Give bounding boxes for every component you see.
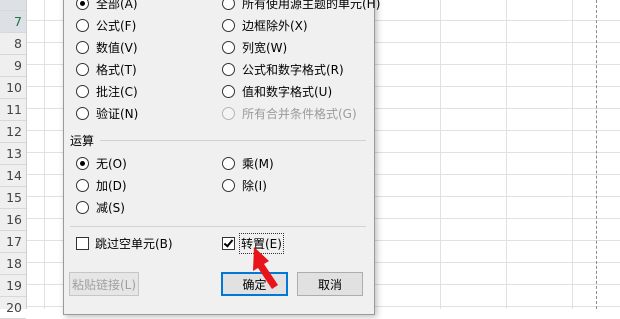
paste-link-button: 粘贴链接(L) xyxy=(69,272,139,296)
paste-except-borders-option[interactable]: 边框除外(X) xyxy=(222,16,308,34)
radio-icon xyxy=(222,0,235,10)
row-header-6-partial[interactable] xyxy=(0,0,26,11)
paste-merge-conditional-formats-option: 所有合并条件格式(G) xyxy=(222,104,357,122)
cancel-button[interactable]: 取消 xyxy=(297,272,363,296)
radio-icon xyxy=(222,106,235,120)
paste-formulas-number-formats-option[interactable]: 公式和数字格式(R) xyxy=(222,60,344,78)
checkbox-label: 跳过空单元(B) xyxy=(95,236,173,251)
radio-icon xyxy=(222,84,235,98)
row-header[interactable]: 19 xyxy=(0,275,26,297)
row-headers: 7 8 9 10 11 12 13 14 15 16 17 18 19 20 xyxy=(0,0,27,319)
option-label: 列宽(W) xyxy=(242,40,288,55)
option-label: 加(D) xyxy=(96,178,127,193)
page-break-line xyxy=(596,0,597,309)
option-label: 全部(A) xyxy=(96,0,138,11)
option-label: 所有合并条件格式(G) xyxy=(242,106,357,121)
radio-icon xyxy=(76,18,89,32)
paste-values-option[interactable]: 数值(V) xyxy=(76,38,138,56)
operation-separator xyxy=(100,140,366,141)
row-header[interactable]: 8 xyxy=(0,33,26,55)
row-header[interactable]: 9 xyxy=(0,55,26,77)
skip-blanks-checkbox[interactable]: 跳过空单元(B) xyxy=(76,234,173,252)
options-separator xyxy=(70,226,366,227)
radio-icon xyxy=(222,18,235,32)
paste-special-dialog: 全部(A) 公式(F) 数值(V) 格式(T) 批注(C) 验证(N) 所有使用… xyxy=(63,0,380,315)
option-label: 数值(V) xyxy=(96,40,138,55)
operation-group-label: 运算 xyxy=(70,134,95,148)
option-label: 公式和数字格式(R) xyxy=(242,62,344,77)
option-label: 乘(M) xyxy=(242,156,274,171)
checkbox-icon xyxy=(222,236,235,250)
transpose-checkbox[interactable]: 转置(E) xyxy=(222,232,284,254)
option-label: 公式(F) xyxy=(96,18,137,33)
radio-icon xyxy=(76,84,89,98)
radio-icon xyxy=(76,40,89,54)
checkbox-icon xyxy=(76,236,89,250)
radio-icon xyxy=(222,62,235,76)
option-label: 验证(N) xyxy=(96,106,139,121)
checkbox-label: 转置(E) xyxy=(239,232,284,254)
radio-icon xyxy=(76,178,89,192)
paste-values-number-formats-option[interactable]: 值和数字格式(U) xyxy=(222,82,332,100)
option-label: 除(I) xyxy=(242,178,267,193)
row-header[interactable]: 17 xyxy=(0,231,26,253)
paste-validation-option[interactable]: 验证(N) xyxy=(76,104,138,122)
row-header[interactable]: 7 xyxy=(0,11,26,33)
radio-icon xyxy=(222,156,235,170)
paste-column-widths-option[interactable]: 列宽(W) xyxy=(222,38,287,56)
option-label: 无(O) xyxy=(96,156,127,171)
option-label: 批注(C) xyxy=(96,84,138,99)
paste-formats-option[interactable]: 格式(T) xyxy=(76,60,137,78)
radio-icon xyxy=(76,0,89,10)
row-header[interactable]: 14 xyxy=(0,165,26,187)
paste-all-option[interactable]: 全部(A) xyxy=(76,0,138,12)
row-header[interactable]: 15 xyxy=(0,187,26,209)
operation-subtract-option[interactable]: 减(S) xyxy=(76,198,125,216)
row-header[interactable]: 16 xyxy=(0,209,26,231)
radio-icon xyxy=(76,106,89,120)
radio-icon xyxy=(76,62,89,76)
paste-comments-option[interactable]: 批注(C) xyxy=(76,82,138,100)
paste-source-theme-option[interactable]: 所有使用源主题的单元(H) xyxy=(222,0,380,12)
radio-icon xyxy=(76,200,89,214)
option-label: 减(S) xyxy=(96,200,125,215)
radio-icon xyxy=(222,40,235,54)
option-label: 值和数字格式(U) xyxy=(242,84,333,99)
row-header[interactable]: 12 xyxy=(0,121,26,143)
operation-none-option[interactable]: 无(O) xyxy=(76,154,127,172)
option-label: 边框除外(X) xyxy=(242,18,308,33)
radio-icon xyxy=(76,156,89,170)
row-header[interactable]: 18 xyxy=(0,253,26,275)
option-label: 所有使用源主题的单元(H) xyxy=(242,0,381,11)
row-header[interactable]: 20 xyxy=(0,297,26,319)
operation-multiply-option[interactable]: 乘(M) xyxy=(222,154,274,172)
option-label: 格式(T) xyxy=(96,62,137,77)
radio-icon xyxy=(222,178,235,192)
row-header[interactable]: 13 xyxy=(0,143,26,165)
operation-divide-option[interactable]: 除(I) xyxy=(222,176,267,194)
ok-button[interactable]: 确定 xyxy=(221,272,288,296)
operation-add-option[interactable]: 加(D) xyxy=(76,176,127,194)
row-header[interactable]: 11 xyxy=(0,99,26,121)
row-header[interactable]: 10 xyxy=(0,77,26,99)
paste-formulas-option[interactable]: 公式(F) xyxy=(76,16,136,34)
